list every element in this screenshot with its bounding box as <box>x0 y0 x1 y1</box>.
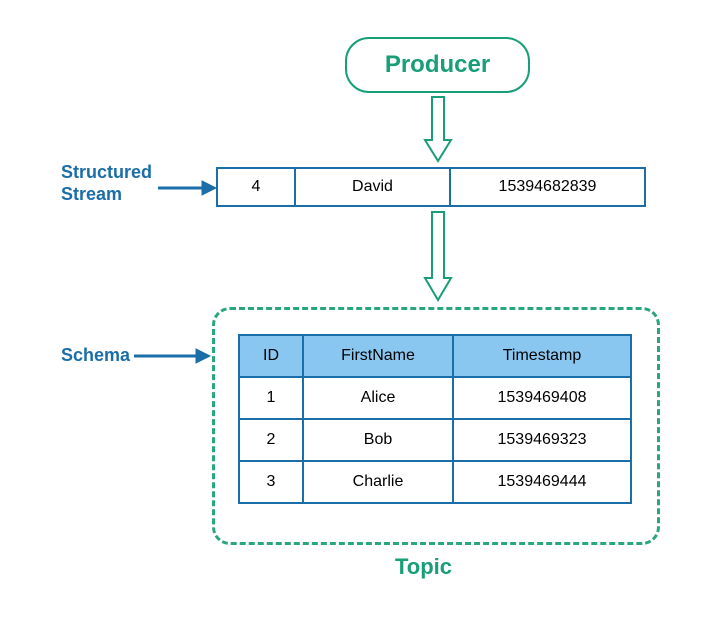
arrow-producer-to-stream <box>423 95 453 165</box>
stream-cell-id: 4 <box>216 167 296 207</box>
cell-id: 2 <box>239 419 303 461</box>
cell-id: 3 <box>239 461 303 503</box>
cell-firstname: Charlie <box>303 461 453 503</box>
stream-cell-timestamp: 15394682839 <box>451 167 646 207</box>
cell-firstname: Bob <box>303 419 453 461</box>
schema-col-id: ID <box>239 335 303 377</box>
schema-col-firstname: FirstName <box>303 335 453 377</box>
cell-timestamp: 1539469408 <box>453 377 631 419</box>
topic-label: Topic <box>395 554 452 580</box>
arrow-stream-label <box>158 178 218 198</box>
schema-col-timestamp: Timestamp <box>453 335 631 377</box>
cell-timestamp: 1539469323 <box>453 419 631 461</box>
schema-header-row: ID FirstName Timestamp <box>239 335 631 377</box>
structured-stream-row: 4 David 15394682839 <box>216 167 646 207</box>
schema-label: Schema <box>61 344 130 366</box>
structured-stream-label: Structured Stream <box>61 161 152 205</box>
stream-cell-firstname: David <box>296 167 451 207</box>
cell-timestamp: 1539469444 <box>453 461 631 503</box>
arrow-stream-to-topic <box>423 210 453 305</box>
cell-id: 1 <box>239 377 303 419</box>
table-row: 2 Bob 1539469323 <box>239 419 631 461</box>
schema-table: ID FirstName Timestamp 1 Alice 153946940… <box>238 334 632 504</box>
label-line: Stream <box>61 184 122 204</box>
producer-label: Producer <box>385 51 490 79</box>
arrow-schema-label <box>134 346 214 366</box>
cell-firstname: Alice <box>303 377 453 419</box>
label-line: Structured <box>61 162 152 182</box>
table-row: 3 Charlie 1539469444 <box>239 461 631 503</box>
table-row: 1 Alice 1539469408 <box>239 377 631 419</box>
producer-box: Producer <box>345 37 530 93</box>
